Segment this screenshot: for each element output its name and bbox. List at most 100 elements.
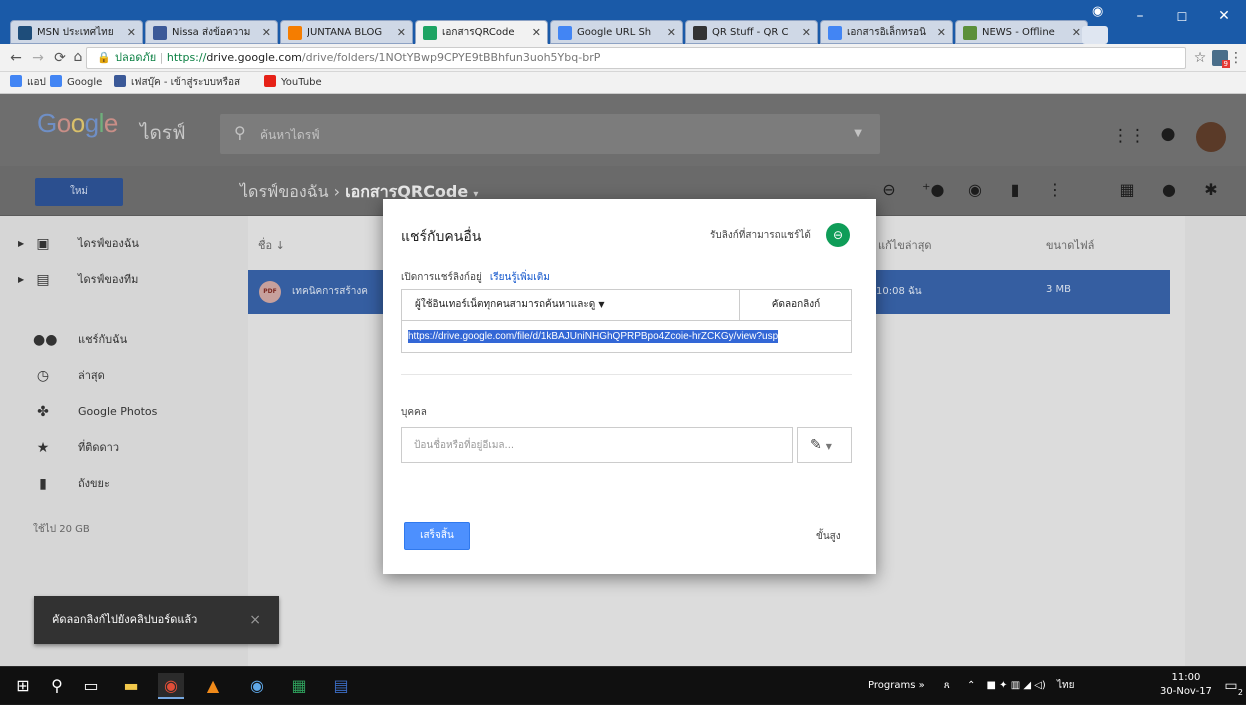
column-name-header[interactable]: ชื่อ ↓ bbox=[258, 236, 285, 254]
tab-title: QR Stuff - QR C bbox=[712, 27, 789, 38]
column-modified-header[interactable]: แก้ไขล่าสุด bbox=[878, 236, 932, 254]
sidebar-item-1[interactable]: ▶ ▣ ไดรฟ์ของฉัน bbox=[0, 226, 248, 262]
maximize-button[interactable]: ☐ bbox=[1172, 10, 1192, 24]
profile-icon[interactable]: ◉ bbox=[1092, 4, 1103, 19]
tab-2[interactable]: Nissa ส่งข้อความ ✕ bbox=[145, 20, 278, 44]
breadcrumb-root[interactable]: ไดรฟ์ของฉัน bbox=[240, 182, 329, 201]
bookmark-2[interactable]: Google bbox=[50, 72, 102, 94]
sidebar-item-7[interactable]: ▮ ถังขยะ bbox=[0, 466, 248, 502]
get-link-icon[interactable]: ⊖ bbox=[878, 180, 900, 199]
file-explorer-icon[interactable]: ▬ bbox=[118, 673, 144, 699]
minimize-button[interactable]: – bbox=[1130, 8, 1150, 24]
trash-icon[interactable]: ▮ bbox=[1004, 180, 1026, 199]
sidebar-item-4[interactable]: ◷ ล่าสุด bbox=[0, 358, 248, 394]
share-url-field[interactable]: https://drive.google.com/file/d/1kBAJUni… bbox=[401, 321, 852, 353]
home-button[interactable]: ⌂ bbox=[70, 49, 86, 65]
toast-close-icon[interactable]: × bbox=[249, 596, 261, 644]
permission-dropdown[interactable]: ✎ ▼ bbox=[797, 427, 852, 463]
address-bar[interactable]: 🔒 ปลอดภัย | https://drive.google.com/dri… bbox=[86, 47, 1186, 69]
news-icon bbox=[963, 26, 977, 40]
notifications-icon[interactable]: ● bbox=[1155, 124, 1181, 144]
new-button[interactable]: ใหม่ bbox=[35, 178, 123, 206]
copy-link-button[interactable]: คัดลอกลิงก์ bbox=[740, 289, 852, 321]
tray-icons[interactable]: ■ ✦ ▥ ◢ ◁) bbox=[987, 680, 1046, 691]
tab-close-icon[interactable]: ✕ bbox=[262, 21, 271, 43]
tab-close-icon[interactable]: ✕ bbox=[532, 21, 541, 43]
drive-search[interactable]: ⚲ ค้นหาไดรฟ์ ▼ bbox=[220, 114, 880, 154]
msn-icon bbox=[18, 26, 32, 40]
tab-6[interactable]: QR Stuff - QR C ✕ bbox=[685, 20, 818, 44]
action-center-icon[interactable]: ▭ 2 bbox=[1218, 673, 1244, 699]
expand-arrow-icon[interactable]: ▶ bbox=[18, 262, 24, 298]
word-icon[interactable]: ▤ bbox=[328, 673, 354, 699]
people-email-input[interactable]: ป้อนชื่อหรือที่อยู่อีเมล... bbox=[401, 427, 793, 463]
tab-close-icon[interactable]: ✕ bbox=[1072, 21, 1081, 43]
preview-eye-icon[interactable]: ◉ bbox=[964, 180, 986, 199]
tab-close-icon[interactable]: ✕ bbox=[937, 21, 946, 43]
share-person-icon[interactable]: ⁺● bbox=[922, 180, 944, 199]
shared-with-me-icon: ●● bbox=[33, 332, 58, 348]
url-scheme: https:// bbox=[166, 51, 207, 64]
settings-gear-icon[interactable]: ✱ bbox=[1200, 180, 1222, 199]
share-url-text[interactable]: https://drive.google.com/file/d/1kBAJUni… bbox=[408, 330, 779, 343]
chrome-icon[interactable]: ◉ bbox=[158, 673, 184, 699]
excel-icon[interactable]: ▦ bbox=[286, 673, 312, 699]
forward-button[interactable]: → bbox=[30, 50, 46, 66]
back-button[interactable]: ← bbox=[8, 50, 24, 66]
clock[interactable]: 11:00 30-Nov-17 bbox=[1160, 671, 1212, 699]
sidebar-item-2[interactable]: ▶ ▤ ไดรฟ์ของทีม bbox=[0, 262, 248, 298]
tray-expand-icon[interactable]: ⌃ bbox=[967, 680, 975, 691]
tab-close-icon[interactable]: ✕ bbox=[397, 21, 406, 43]
programs-toolbar[interactable]: Programs bbox=[868, 680, 915, 691]
search-options-chevron-icon[interactable]: ▼ bbox=[854, 128, 862, 139]
sidebar-item-3[interactable]: ●● แชร์กับฉัน bbox=[0, 322, 248, 358]
grid-view-icon[interactable]: ▦ bbox=[1116, 180, 1138, 199]
close-window-button[interactable]: ✕ bbox=[1214, 8, 1234, 24]
advanced-link[interactable]: ขั้นสูง bbox=[816, 529, 841, 544]
drive-brand-label: ไดรฟ์ bbox=[140, 122, 186, 144]
column-size-header[interactable]: ขนาดไฟล์ bbox=[1046, 236, 1094, 254]
search-icon[interactable]: ⚲ bbox=[44, 673, 70, 699]
bookmark-3[interactable]: เฟสบุ๊ค - เข้าสู่ระบบหรือส bbox=[114, 72, 240, 94]
sidebar-item-6[interactable]: ★ ที่ติดดาว bbox=[0, 430, 248, 466]
bookmark-star-icon[interactable]: ☆ bbox=[1192, 50, 1208, 66]
get-shareable-link-label[interactable]: รับลิงก์ที่สามารถแชร์ได้ bbox=[710, 228, 811, 243]
search-icon: ⚲ bbox=[234, 123, 246, 142]
starred-icon: ★ bbox=[36, 440, 50, 456]
tab-7[interactable]: เอกสารอิเล็กทรอนิ ✕ bbox=[820, 20, 953, 44]
itunes-icon[interactable]: ◉ bbox=[244, 673, 270, 699]
toolbar-chevron-icon[interactable]: » bbox=[919, 680, 925, 691]
menu-kebab-icon[interactable]: ⋮ bbox=[1228, 50, 1244, 66]
bookmark-4[interactable]: YouTube bbox=[264, 72, 322, 94]
google-logo[interactable]: Google bbox=[37, 108, 118, 139]
new-tab-button[interactable] bbox=[1082, 26, 1108, 44]
tab-close-icon[interactable]: ✕ bbox=[127, 21, 136, 43]
tab-close-icon[interactable]: ✕ bbox=[667, 21, 676, 43]
tab-3[interactable]: JUNTANA BLOG ✕ bbox=[280, 20, 413, 44]
avatar[interactable] bbox=[1196, 122, 1226, 152]
task-view-icon[interactable]: ▭ bbox=[78, 673, 104, 699]
learn-more-link[interactable]: เรียนรู้เพิ่มเติม bbox=[490, 272, 550, 283]
info-icon[interactable]: ● bbox=[1158, 180, 1180, 199]
extension-icon[interactable]: 9 bbox=[1212, 50, 1230, 68]
tab-close-icon[interactable]: ✕ bbox=[802, 21, 811, 43]
link-access-dropdown[interactable]: ผู้ใช้อินเทอร์เน็ตทุกคนสามารถค้นหาและดู … bbox=[401, 289, 740, 321]
windows-start-icon[interactable]: ⊞ bbox=[10, 673, 36, 699]
apps-grid-icon[interactable]: ⋮⋮ bbox=[1112, 126, 1146, 146]
tab-8[interactable]: NEWS - Offline ✕ bbox=[955, 20, 1088, 44]
link-icon[interactable]: ⊖ bbox=[826, 223, 850, 247]
tab-1[interactable]: MSN ประเทศไทย ✕ bbox=[10, 20, 143, 44]
tab-4[interactable]: เอกสารQRCode ✕ bbox=[415, 20, 548, 44]
expand-arrow-icon[interactable]: ▶ bbox=[18, 226, 24, 262]
more-actions-icon[interactable]: ⋮ bbox=[1044, 180, 1066, 199]
share-dialog bbox=[383, 199, 876, 574]
search-input[interactable]: ค้นหาไดรฟ์ bbox=[260, 126, 320, 145]
bookmark-1[interactable]: แอป bbox=[10, 72, 46, 94]
language-indicator[interactable]: ไทย bbox=[1057, 680, 1074, 691]
reload-button[interactable]: ⟳ bbox=[52, 50, 68, 66]
done-button[interactable]: เสร็จสิ้น bbox=[404, 522, 470, 550]
sidebar-item-5[interactable]: ✤ Google Photos bbox=[0, 394, 248, 430]
vlc-icon[interactable]: ▲ bbox=[200, 673, 226, 699]
people-icon[interactable]: ጸ bbox=[944, 680, 950, 691]
tab-5[interactable]: Google URL Sh ✕ bbox=[550, 20, 683, 44]
